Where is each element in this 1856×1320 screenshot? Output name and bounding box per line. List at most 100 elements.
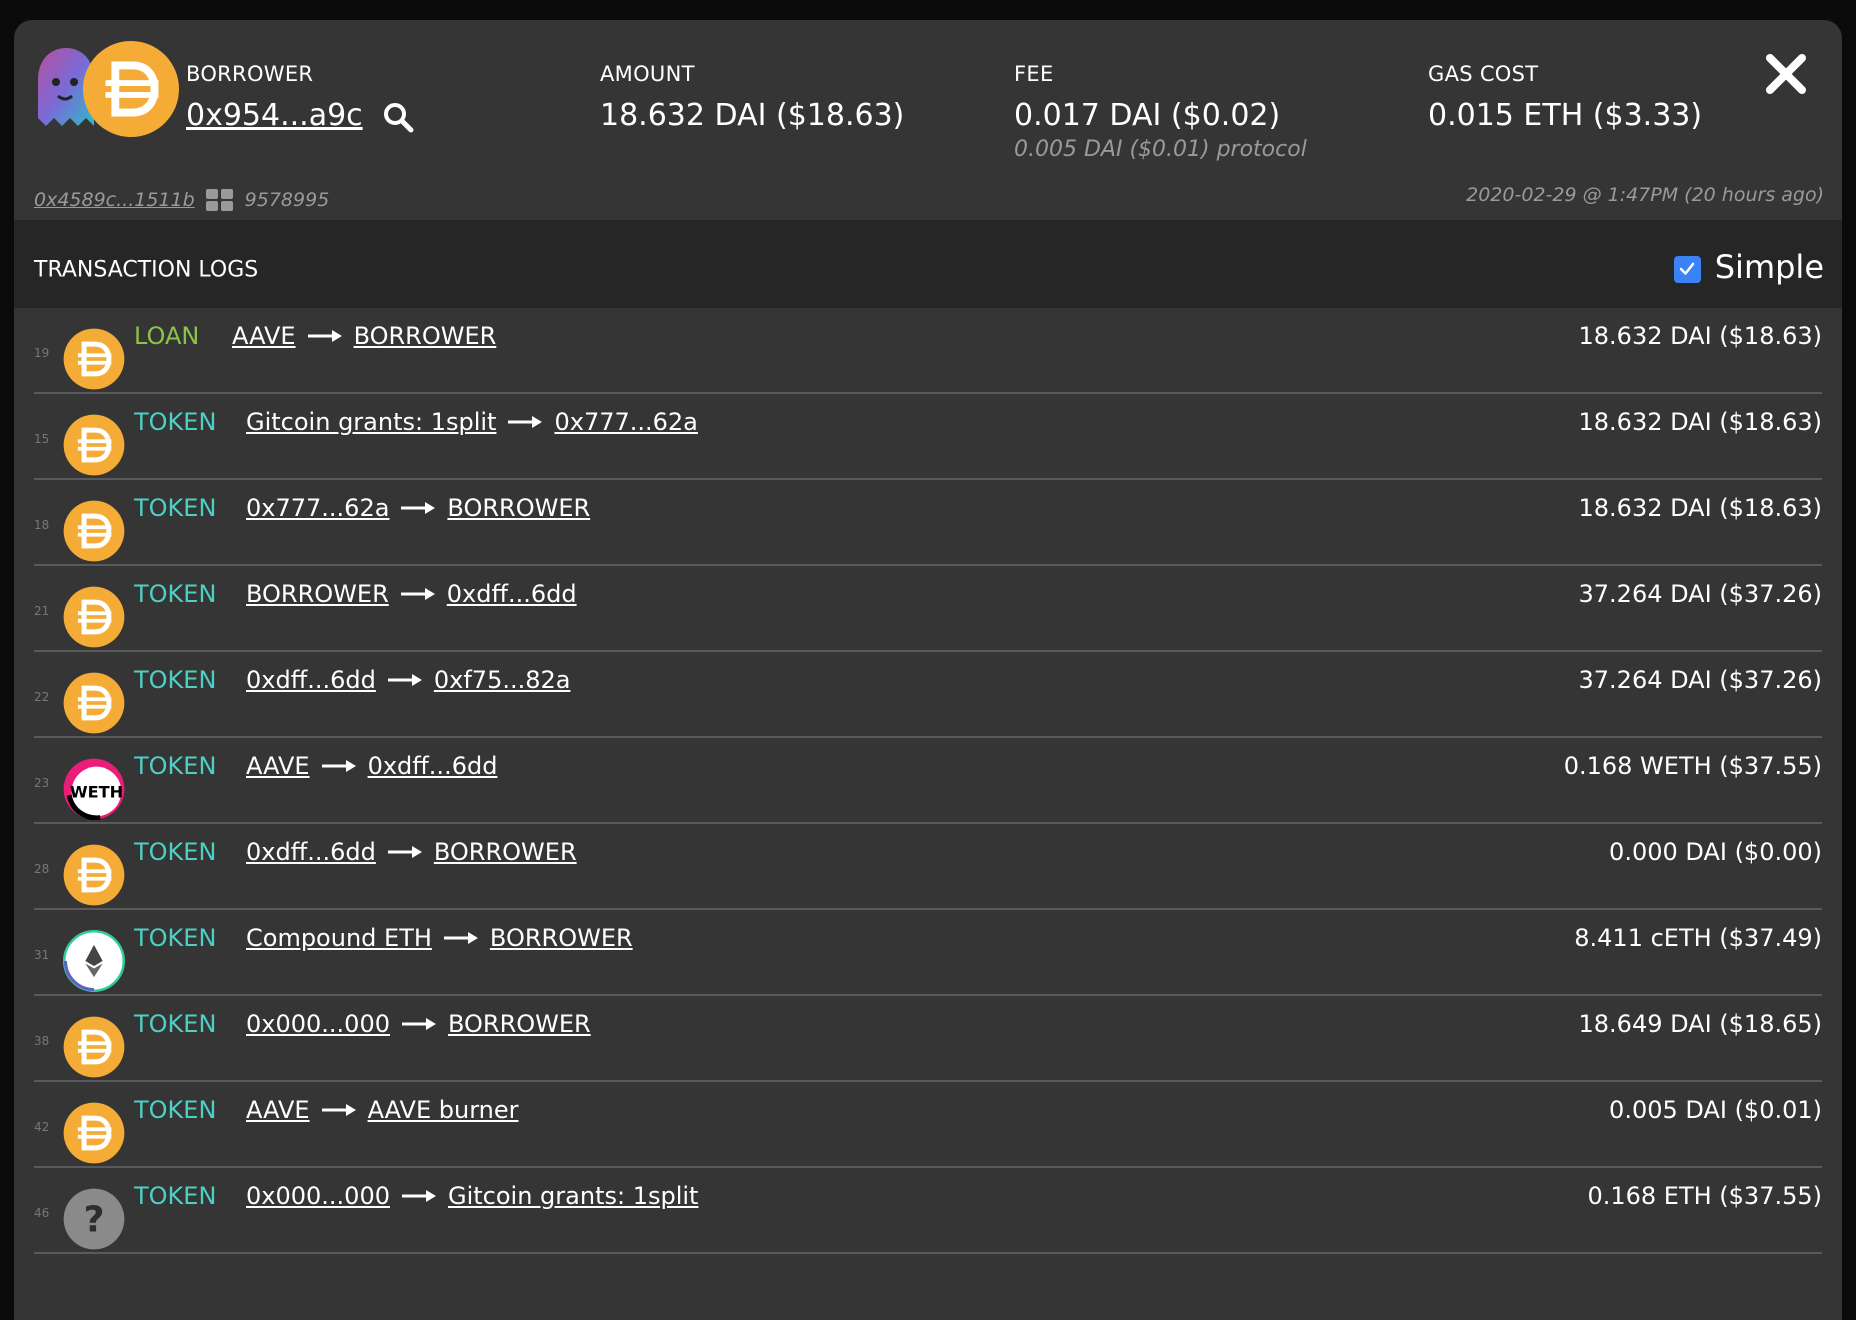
simple-label: Simple: [1714, 248, 1824, 286]
log-kind-label: TOKEN: [134, 1096, 217, 1124]
gas-cost-field: GAS COST 0.015 ETH ($3.33): [1428, 62, 1702, 133]
to-address-link[interactable]: 0xdff...6dd: [368, 752, 498, 780]
log-index: 46: [34, 1206, 50, 1220]
dai-icon: [82, 40, 180, 138]
arrow-right-icon: [387, 846, 422, 858]
close-icon[interactable]: [1762, 50, 1810, 98]
log-row: 21 TOKEN BORROWER 0xdff...6dd 37.264 DAI ($3…: [34, 566, 1822, 652]
arrow-right-icon: [401, 1018, 436, 1030]
log-index: 19: [34, 346, 50, 360]
arrow-right-icon: [321, 760, 356, 772]
to-address-link[interactable]: BORROWER: [354, 322, 497, 350]
log-flow: 0xdff...6dd BORROWER: [246, 838, 577, 866]
arrow-right-icon: [508, 416, 543, 428]
log-flow: 0xdff...6dd 0xf75...82a: [246, 666, 570, 694]
to-address-link[interactable]: BORROWER: [490, 924, 633, 952]
log-index: 18: [34, 518, 50, 532]
arrow-right-icon: [321, 1104, 356, 1116]
simple-toggle[interactable]: Simple: [1673, 248, 1824, 286]
log-flow: 0x777...62a BORROWER: [246, 494, 590, 522]
arrow-right-icon: [387, 674, 422, 686]
log-kind-label: TOKEN: [134, 752, 217, 780]
log-index: 15: [34, 432, 50, 446]
log-kind-label: TOKEN: [134, 1182, 217, 1210]
log-amount: 0.000 DAI ($0.00): [1609, 838, 1822, 866]
log-flow: BORROWER 0xdff...6dd: [246, 580, 577, 608]
to-address-link[interactable]: 0xdff...6dd: [447, 580, 577, 608]
log-flow: AAVE 0xdff...6dd: [246, 752, 497, 780]
to-address-link[interactable]: BORROWER: [434, 838, 577, 866]
fee-field: FEE 0.017 DAI ($0.02) 0.005 DAI ($0.01) …: [1014, 62, 1307, 162]
arrow-right-icon: [400, 588, 435, 600]
log-amount: 18.649 DAI ($18.65): [1578, 1010, 1823, 1038]
amount-field: AMOUNT 18.632 DAI ($18.63): [600, 62, 904, 133]
borrower-label: BORROWER: [186, 62, 314, 86]
dai-icon: [63, 1102, 125, 1164]
dai-icon: [63, 844, 125, 906]
from-address-link[interactable]: AAVE: [246, 752, 310, 780]
to-address-link[interactable]: 0xf75...82a: [434, 666, 571, 694]
log-kind-label: TOKEN: [134, 408, 217, 436]
tx-hash-link[interactable]: 0x4589c...1511b: [34, 189, 195, 211]
from-address-link[interactable]: Gitcoin grants: 1split: [246, 408, 496, 436]
from-address-link[interactable]: 0x000...000: [246, 1010, 390, 1038]
dai-icon: [63, 414, 125, 476]
log-flow: 0x000...000 BORROWER: [246, 1010, 591, 1038]
log-row: 38 TOKEN 0x000...000 BORROWER 18.649 DAI ($1…: [34, 996, 1822, 1082]
unknown-token-icon: ?: [63, 1188, 125, 1250]
amount-label: AMOUNT: [600, 62, 695, 86]
from-address-link[interactable]: 0xdff...6dd: [246, 666, 376, 694]
from-address-link[interactable]: 0x777...62a: [246, 494, 389, 522]
to-address-link[interactable]: BORROWER: [447, 494, 590, 522]
search-icon[interactable]: [382, 101, 414, 133]
from-address-link[interactable]: 0xdff...6dd: [246, 838, 376, 866]
borrower-field: BORROWER 0x954...a9c: [186, 62, 414, 133]
simple-checkbox[interactable]: [1673, 255, 1701, 283]
log-row: 18 TOKEN 0x777...62a BORROWER 18.632 DAI ($1…: [34, 480, 1822, 566]
log-flow: AAVE BORROWER: [232, 322, 496, 350]
log-flow: 0x000...000 Gitcoin grants: 1split: [246, 1182, 698, 1210]
log-row: 15 TOKEN Gitcoin grants: 1split 0x777...62a…: [34, 394, 1822, 480]
fee-label: FEE: [1014, 62, 1054, 86]
log-amount: 18.632 DAI ($18.63): [1578, 322, 1823, 350]
to-address-link[interactable]: Gitcoin grants: 1split: [448, 1182, 698, 1210]
transaction-logs-bar: TRANSACTION LOGS Simple: [14, 220, 1842, 308]
log-amount: 18.632 DAI ($18.63): [1578, 494, 1823, 522]
block-number: 9578995: [244, 189, 330, 211]
log-amount: 0.168 ETH ($37.55): [1587, 1182, 1822, 1210]
from-address-link[interactable]: AAVE: [246, 1096, 310, 1124]
to-address-link[interactable]: BORROWER: [448, 1010, 591, 1038]
from-address-link[interactable]: BORROWER: [246, 580, 389, 608]
checkmark-icon: [1679, 262, 1695, 275]
log-amount: 8.411 cETH ($37.49): [1574, 924, 1822, 952]
log-row: 28 TOKEN 0xdff...6dd BORROWER 0.000 DAI ($0.…: [34, 824, 1822, 910]
transaction-header: BORROWER 0x954...a9c AMOUNT 18.632 DAI (…: [14, 20, 1842, 220]
to-address-link[interactable]: AAVE burner: [368, 1096, 519, 1124]
from-address-link[interactable]: AAVE: [232, 322, 296, 350]
dai-icon: [63, 500, 125, 562]
svg-text:WETH: WETH: [70, 783, 123, 802]
weth-icon: WETH: [63, 758, 125, 820]
amount-value: 18.632 DAI ($18.63): [600, 98, 905, 133]
log-index: 21: [34, 604, 50, 618]
transaction-meta: 0x4589c...1511b 9578995: [34, 188, 329, 212]
borrower-address-link[interactable]: 0x954...a9c: [186, 98, 363, 133]
log-index: 23: [34, 776, 50, 790]
dai-icon: [63, 328, 125, 390]
block-icon: [205, 189, 233, 211]
transaction-detail-panel: BORROWER 0x954...a9c AMOUNT 18.632 DAI (…: [14, 20, 1842, 1320]
log-amount: 37.264 DAI ($37.26): [1578, 666, 1823, 694]
svg-text:?: ?: [84, 1199, 105, 1240]
from-address-link[interactable]: Compound ETH: [246, 924, 432, 952]
to-address-link[interactable]: 0x777...62a: [554, 408, 697, 436]
log-kind-label: TOKEN: [134, 838, 217, 866]
log-kind-label: TOKEN: [134, 1010, 217, 1038]
from-address-link[interactable]: 0x000...000: [246, 1182, 390, 1210]
log-index: 38: [34, 1034, 50, 1048]
ceth-icon: [63, 930, 125, 992]
fee-value: 0.017 DAI ($0.02): [1014, 98, 1281, 133]
log-kind-label: TOKEN: [134, 666, 217, 694]
log-amount: 37.264 DAI ($37.26): [1578, 580, 1823, 608]
log-kind-label: TOKEN: [134, 580, 217, 608]
arrow-right-icon: [401, 502, 436, 514]
